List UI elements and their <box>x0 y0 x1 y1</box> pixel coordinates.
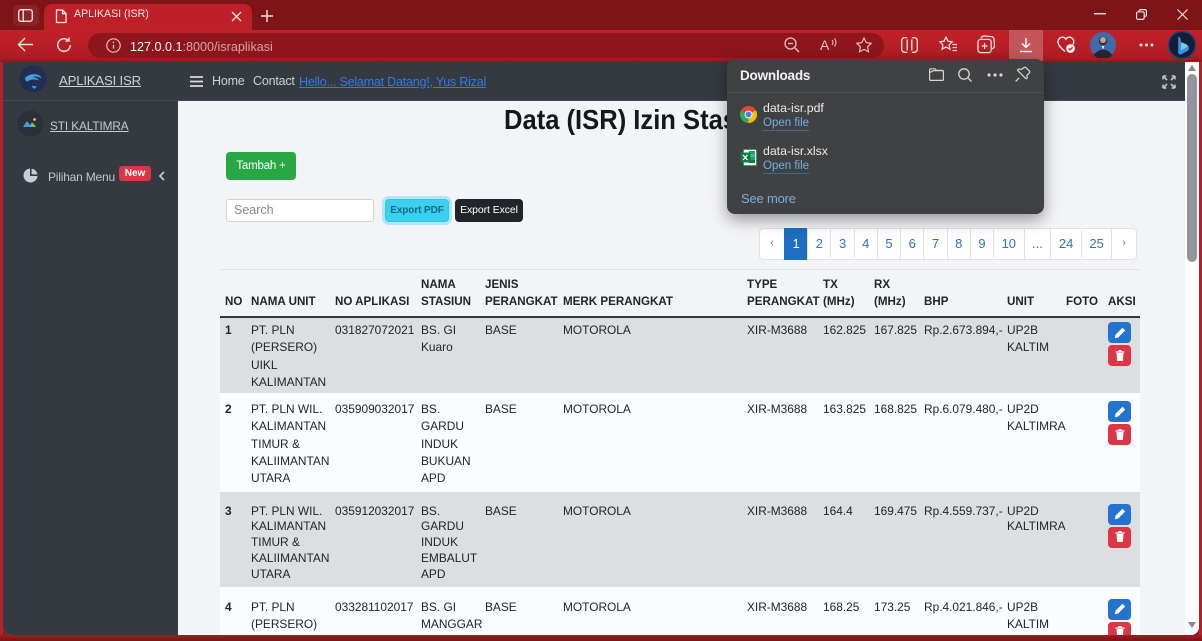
svg-text:A: A <box>820 37 830 53</box>
